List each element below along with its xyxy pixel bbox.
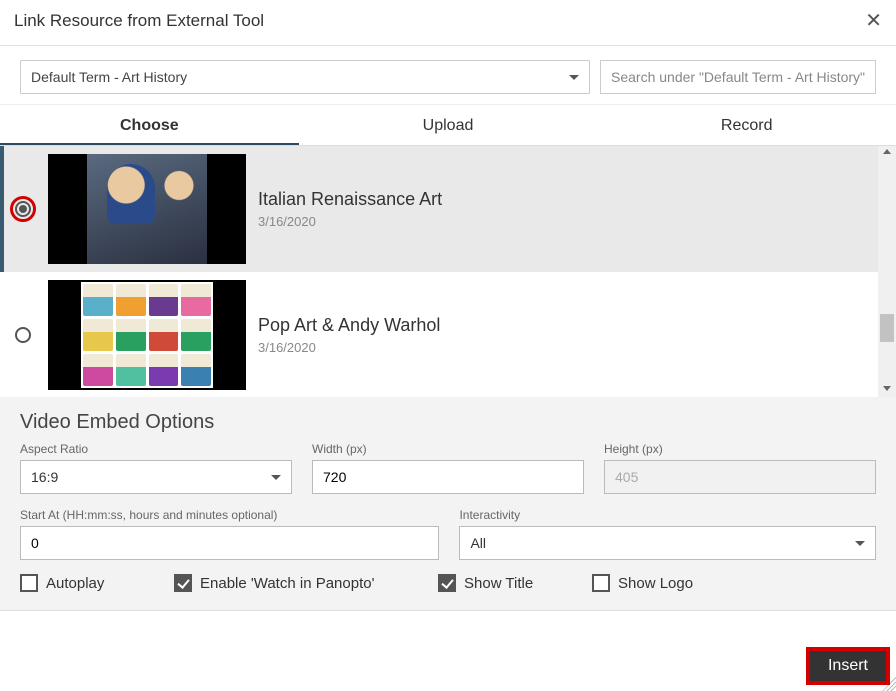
- list-item[interactable]: Italian Renaissance Art 3/16/2020: [0, 146, 878, 272]
- controls-row: Default Term - Art History: [0, 46, 896, 104]
- scroll-thumb[interactable]: [880, 314, 894, 342]
- width-input[interactable]: [312, 460, 584, 494]
- close-icon[interactable]: ✕: [865, 8, 882, 33]
- aspect-ratio-label: Aspect Ratio: [20, 442, 292, 456]
- item-date: 3/16/2020: [258, 340, 868, 355]
- modal-body: Default Term - Art History Choose Upload…: [0, 46, 896, 611]
- checks-row: Autoplay Enable 'Watch in Panopto' Show …: [20, 574, 876, 592]
- radio-frame: [10, 201, 36, 217]
- show-logo-checkbox[interactable]: Show Logo: [592, 574, 732, 592]
- results-list: Italian Renaissance Art 3/16/2020 Pop Ar…: [0, 145, 896, 397]
- checkbox-checked-icon: [438, 574, 456, 592]
- checkbox-icon: [592, 574, 610, 592]
- link-resource-modal: Link Resource from External Tool ✕ Defau…: [0, 0, 896, 691]
- autoplay-checkbox[interactable]: Autoplay: [20, 574, 160, 592]
- start-at-label: Start At (HH:mm:ss, hours and minutes op…: [20, 508, 439, 522]
- modal-header: Link Resource from External Tool ✕: [0, 0, 896, 46]
- item-meta: Italian Renaissance Art 3/16/2020: [258, 189, 868, 229]
- aspect-ratio-value: 16:9: [31, 469, 58, 485]
- tab-choose[interactable]: Choose: [0, 105, 299, 145]
- start-at-input[interactable]: [20, 526, 439, 560]
- chevron-down-icon: [569, 75, 579, 80]
- tab-record[interactable]: Record: [597, 105, 896, 145]
- modal-footer: Insert: [806, 647, 890, 685]
- chevron-down-icon: [855, 541, 865, 546]
- autoplay-label: Autoplay: [46, 575, 104, 592]
- embed-options-title: Video Embed Options: [20, 411, 876, 434]
- scroll-down-icon[interactable]: [883, 386, 891, 391]
- radio-selected-icon[interactable]: [15, 201, 31, 217]
- width-label: Width (px): [312, 442, 584, 456]
- results-scroll: Italian Renaissance Art 3/16/2020 Pop Ar…: [0, 146, 878, 397]
- scroll-up-icon[interactable]: [883, 149, 891, 154]
- insert-button[interactable]: Insert: [806, 647, 890, 685]
- list-item[interactable]: Pop Art & Andy Warhol 3/16/2020: [0, 272, 878, 397]
- tab-upload[interactable]: Upload: [299, 105, 598, 145]
- watch-panopto-checkbox[interactable]: Enable 'Watch in Panopto': [174, 574, 424, 592]
- item-title: Italian Renaissance Art: [258, 189, 868, 210]
- height-label: Height (px): [604, 442, 876, 456]
- scrollbar[interactable]: [878, 146, 896, 397]
- checkbox-checked-icon: [174, 574, 192, 592]
- term-dropdown[interactable]: Default Term - Art History: [20, 60, 590, 94]
- item-date: 3/16/2020: [258, 214, 868, 229]
- video-thumbnail: [48, 154, 246, 264]
- show-title-checkbox[interactable]: Show Title: [438, 574, 578, 592]
- height-input: 405: [604, 460, 876, 494]
- show-title-label: Show Title: [464, 575, 533, 592]
- radio-frame: [10, 327, 36, 343]
- interactivity-select[interactable]: All: [459, 526, 876, 560]
- interactivity-value: All: [470, 535, 486, 551]
- search-input[interactable]: [600, 60, 876, 94]
- checkbox-icon: [20, 574, 38, 592]
- chevron-down-icon: [271, 475, 281, 480]
- radio-icon[interactable]: [15, 327, 31, 343]
- tabs: Choose Upload Record: [0, 104, 896, 145]
- aspect-ratio-select[interactable]: 16:9: [20, 460, 292, 494]
- interactivity-label: Interactivity: [459, 508, 876, 522]
- video-thumbnail: [48, 280, 246, 390]
- embed-options: Video Embed Options Aspect Ratio 16:9 Wi…: [0, 397, 896, 610]
- height-value: 405: [615, 469, 638, 485]
- term-dropdown-value: Default Term - Art History: [31, 69, 187, 85]
- show-logo-label: Show Logo: [618, 575, 693, 592]
- watch-panopto-label: Enable 'Watch in Panopto': [200, 575, 374, 592]
- item-meta: Pop Art & Andy Warhol 3/16/2020: [258, 315, 868, 355]
- modal-title: Link Resource from External Tool: [14, 11, 264, 31]
- item-title: Pop Art & Andy Warhol: [258, 315, 868, 336]
